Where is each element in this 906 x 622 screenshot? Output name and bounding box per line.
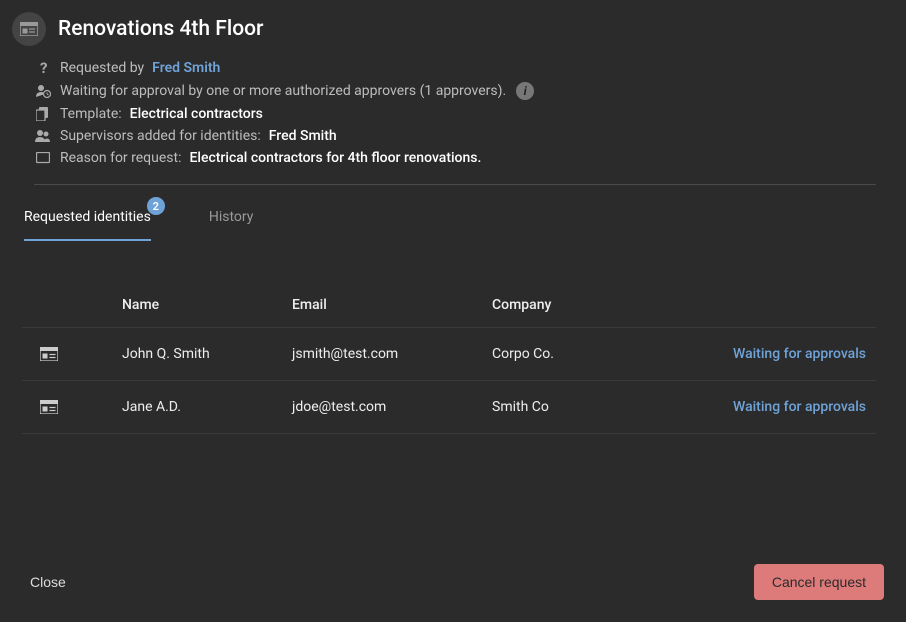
col-name: Name (122, 297, 292, 313)
requested-by-label: Requested by (60, 60, 144, 76)
template-value: Electrical contractors (130, 106, 263, 122)
meta-supervisors: Supervisors added for identities: Fred S… (34, 128, 876, 144)
page-title: Renovations 4th Floor (58, 17, 263, 41)
identities-table: Name Email Company John Q. Smith jsmith@… (22, 289, 876, 434)
cell-status[interactable]: Waiting for approvals (692, 346, 876, 362)
cell-email: jsmith@test.com (292, 346, 492, 362)
meta-requested-by: ? Requested by Fred Smith (34, 60, 876, 76)
info-icon[interactable]: i (516, 82, 534, 100)
table-row: John Q. Smith jsmith@test.com Corpo Co. … (22, 327, 876, 380)
template-icon (34, 107, 52, 121)
meta-template: Template: Electrical contractors (34, 106, 876, 122)
tab-identities-label: Requested identities (24, 209, 151, 225)
table-header-row: Name Email Company (22, 289, 876, 327)
cell-name: Jane A.D. (122, 399, 292, 415)
help-icon: ? (34, 60, 52, 76)
divider (34, 184, 876, 185)
cell-company: Smith Co (492, 399, 692, 415)
close-button[interactable]: Close (30, 574, 66, 590)
col-company: Company (492, 297, 692, 313)
meta-reason: Reason for request: Electrical contracto… (34, 150, 876, 166)
reason-label: Reason for request: (60, 150, 181, 166)
identity-card-icon (22, 347, 122, 361)
reason-icon (34, 152, 52, 164)
supervisors-value: Fred Smith (269, 128, 337, 144)
meta-info: ? Requested by Fred Smith Waiting for ap… (34, 60, 876, 166)
dialog-footer: Close Cancel request (0, 546, 906, 622)
identities-count-badge: 2 (147, 197, 165, 215)
cell-email: jdoe@test.com (292, 399, 492, 415)
cell-status[interactable]: Waiting for approvals (692, 399, 876, 415)
col-email: Email (292, 297, 492, 313)
template-label: Template: (60, 106, 122, 122)
supervisors-label: Supervisors added for identities: (60, 128, 261, 144)
cancel-request-button[interactable]: Cancel request (754, 564, 884, 600)
cell-name: John Q. Smith (122, 346, 292, 362)
cell-company: Corpo Co. (492, 346, 692, 362)
tabs: Requested identities 2 History (24, 209, 876, 241)
identity-icon (12, 12, 46, 46)
reason-value: Electrical contractors for 4th floor ren… (189, 150, 481, 166)
supervisor-icon (34, 129, 52, 143)
person-clock-icon (34, 84, 52, 98)
dialog-header: Renovations 4th Floor (12, 12, 876, 46)
tab-requested-identities[interactable]: Requested identities 2 (24, 209, 151, 241)
waiting-text: Waiting for approval by one or more auth… (60, 83, 506, 99)
table-row: Jane A.D. jdoe@test.com Smith Co Waiting… (22, 380, 876, 434)
identity-card-icon (22, 400, 122, 414)
svg-text:?: ? (40, 60, 47, 76)
meta-waiting: Waiting for approval by one or more auth… (34, 82, 876, 100)
tab-history[interactable]: History (209, 209, 254, 241)
requested-by-link[interactable]: Fred Smith (152, 60, 220, 76)
